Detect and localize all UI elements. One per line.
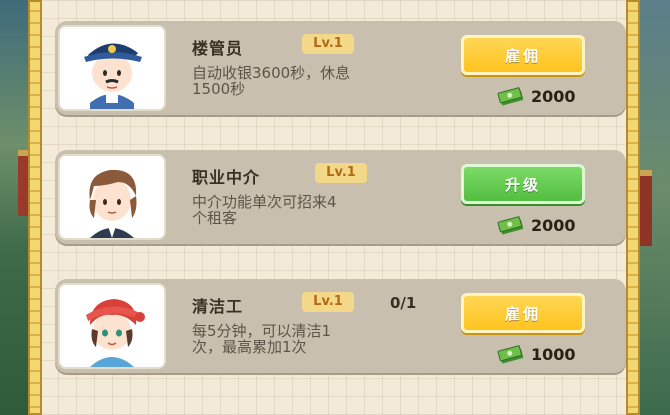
level-badge: Lv.1 <box>302 292 354 312</box>
frame-pillar-left <box>28 0 42 415</box>
hire-button[interactable]: 雇佣 <box>461 293 585 333</box>
staff-card-cleaner: 清洁工 Lv.1 0/1 每5分钟，可以清洁1 次，最高累加1次 雇佣 1000 <box>55 279 626 373</box>
cleaner-avatar-icon <box>60 285 164 367</box>
staff-count: 0/1 <box>390 294 417 312</box>
desc-line-2: 个租客 <box>192 209 238 227</box>
staff-name: 职业中介 <box>192 168 261 187</box>
agent-avatar-icon <box>60 156 164 238</box>
staff-card-building-manager: 楼管员 Lv.1 自动收银3600秒，休息 1500秒 雇佣 2000 <box>55 21 626 115</box>
cash-stack-icon <box>497 345 524 364</box>
desc-line-1: 自动收银3600秒，休息 <box>192 64 351 82</box>
upgrade-button[interactable]: 升级 <box>461 164 585 204</box>
cash-stack-icon <box>497 87 524 106</box>
price: 2000 <box>496 85 576 107</box>
desc-line-1: 每5分钟，可以清洁1 <box>192 322 332 340</box>
desc-line-1: 中介功能单次可招来4 <box>192 193 337 211</box>
security-guard-avatar-icon <box>60 27 164 109</box>
cash-stack-icon <box>497 216 524 235</box>
staff-name: 清洁工 <box>192 297 244 316</box>
staff-name: 楼管员 <box>192 39 244 58</box>
staff-description: 每5分钟，可以清洁1 次，最高累加1次 <box>192 323 417 355</box>
desc-line-2: 次，最高累加1次 <box>192 338 307 356</box>
price-value: 2000 <box>531 86 576 106</box>
level-badge: Lv.1 <box>315 163 367 183</box>
staff-card-job-agent: 职业中介 Lv.1 中介功能单次可招来4 个租客 升级 2000 <box>55 150 626 244</box>
price: 2000 <box>496 214 576 236</box>
staff-description: 中介功能单次可招来4 个租客 <box>192 194 417 226</box>
staff-list-panel: 楼管员 Lv.1 自动收银3600秒，休息 1500秒 雇佣 2000 职业中介… <box>40 0 628 415</box>
level-badge: Lv.1 <box>302 34 354 54</box>
frame-pillar-right <box>626 0 640 415</box>
price-value: 2000 <box>531 215 576 235</box>
price-value: 1000 <box>531 344 576 364</box>
hire-button[interactable]: 雇佣 <box>461 35 585 75</box>
staff-description: 自动收银3600秒，休息 1500秒 <box>192 65 417 97</box>
price: 1000 <box>496 343 576 365</box>
desc-line-2: 1500秒 <box>192 80 246 98</box>
